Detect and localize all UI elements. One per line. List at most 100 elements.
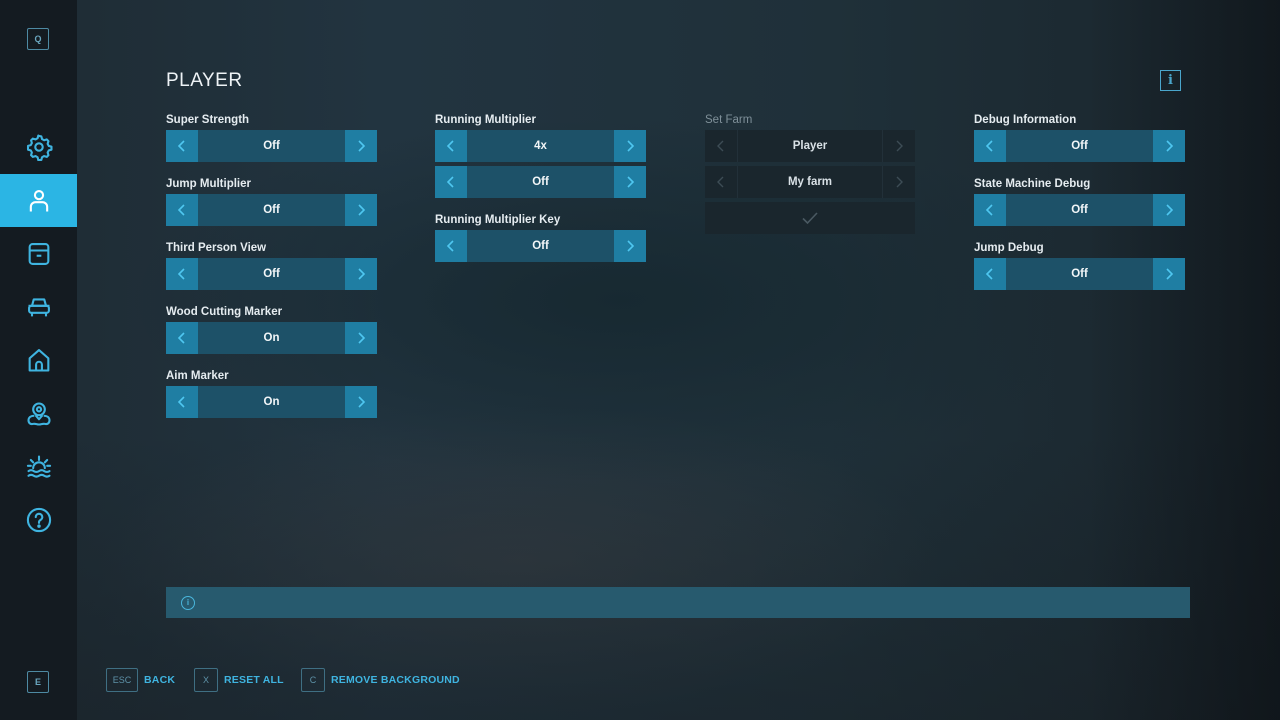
jump-multiplier-prev-button[interactable] <box>166 194 198 226</box>
super-strength-next-button[interactable] <box>345 130 377 162</box>
setting-label-set-farm: Set Farm <box>705 114 753 126</box>
aim-marker-stepper[interactable]: On <box>166 386 377 418</box>
super-strength-prev-button[interactable] <box>166 130 198 162</box>
x-key-hint: X <box>194 668 218 692</box>
set-farm-farm-value: My farm <box>737 166 883 198</box>
back-label: BACK <box>144 674 176 686</box>
chevron-left-icon <box>985 204 993 216</box>
running-multiplier-key-stepper[interactable]: Off <box>435 230 646 262</box>
sidebar-item-vehicles[interactable] <box>0 280 77 333</box>
running-multiplier-toggle-value: Off <box>467 166 614 198</box>
player-icon <box>29 189 48 211</box>
debug-information-value: Off <box>1006 130 1153 162</box>
settings-column-1: Super Strength Off Jump Multiplier Off T… <box>166 112 377 432</box>
esc-key-hint: ESC <box>106 668 138 692</box>
back-button[interactable]: ESC BACK <box>106 668 175 692</box>
info-circle-icon: i <box>181 595 195 610</box>
debug-information-prev-button[interactable] <box>974 130 1006 162</box>
sidebar: Q E <box>0 0 77 720</box>
jump-multiplier-value: Off <box>198 194 345 226</box>
chevron-right-icon <box>358 140 366 152</box>
third-person-view-next-button[interactable] <box>345 258 377 290</box>
running-multiplier-next-button[interactable] <box>614 130 646 162</box>
chevron-right-icon <box>627 176 635 188</box>
set-farm-player-prev-button[interactable] <box>705 130 737 162</box>
super-strength-stepper[interactable]: Off <box>166 130 377 162</box>
checkmark-icon <box>802 212 818 225</box>
remove-background-button[interactable]: C REMOVE BACKGROUND <box>301 668 460 692</box>
running-multiplier-key-next-button[interactable] <box>614 230 646 262</box>
next-page-key-hint[interactable]: E <box>27 671 49 693</box>
setting-label-running-multiplier: Running Multiplier <box>435 114 536 126</box>
running-multiplier-key-prev-button[interactable] <box>435 230 467 262</box>
sidebar-item-settings[interactable] <box>0 120 77 173</box>
chevron-right-icon <box>896 140 903 152</box>
running-multiplier-toggle-prev-button[interactable] <box>435 166 467 198</box>
setting-label-debug-information: Debug Information <box>974 114 1077 126</box>
wood-cutting-marker-next-button[interactable] <box>345 322 377 354</box>
setting-label-third-person-view: Third Person View <box>166 242 267 254</box>
setting-label-running-multiplier-key: Running Multiplier Key <box>435 214 561 226</box>
third-person-view-value: Off <box>198 258 345 290</box>
set-farm-player-next-button[interactable] <box>883 130 915 162</box>
sidebar-item-farm[interactable] <box>0 333 77 386</box>
running-multiplier-toggle-next-button[interactable] <box>614 166 646 198</box>
chevron-right-icon <box>1166 204 1174 216</box>
set-farm-farm-prev-button[interactable] <box>705 166 737 198</box>
running-multiplier-key-value: Off <box>467 230 614 262</box>
set-farm-player-value: Player <box>737 130 883 162</box>
set-farm-farm-stepper[interactable]: My farm <box>705 166 915 198</box>
debug-information-next-button[interactable] <box>1153 130 1185 162</box>
archive-box-icon <box>28 242 49 265</box>
running-multiplier-toggle-stepper[interactable]: Off <box>435 166 646 198</box>
chevron-left-icon <box>177 332 185 344</box>
info-icon: i <box>1168 73 1173 88</box>
super-strength-value: Off <box>198 130 345 162</box>
wood-cutting-marker-prev-button[interactable] <box>166 322 198 354</box>
third-person-view-prev-button[interactable] <box>166 258 198 290</box>
jump-multiplier-stepper[interactable]: Off <box>166 194 377 226</box>
state-machine-debug-prev-button[interactable] <box>974 194 1006 226</box>
debug-information-stepper[interactable]: Off <box>974 130 1185 162</box>
chevron-left-icon <box>177 268 185 280</box>
chevron-left-icon <box>717 140 724 152</box>
chevron-left-icon <box>177 140 185 152</box>
running-multiplier-stepper[interactable]: 4x <box>435 130 646 162</box>
wood-cutting-marker-stepper[interactable]: On <box>166 322 377 354</box>
info-button[interactable]: i <box>1160 70 1181 91</box>
jump-debug-stepper[interactable]: Off <box>974 258 1185 290</box>
prev-page-key-hint[interactable]: Q <box>27 28 49 50</box>
aim-marker-next-button[interactable] <box>345 386 377 418</box>
chevron-right-icon <box>1166 268 1174 280</box>
sidebar-item-map[interactable] <box>0 387 77 440</box>
sidebar-item-environment[interactable] <box>0 440 77 493</box>
help-icon <box>26 507 51 532</box>
chevron-left-icon <box>446 140 454 152</box>
jump-debug-prev-button[interactable] <box>974 258 1006 290</box>
jump-debug-next-button[interactable] <box>1153 258 1185 290</box>
setting-label-super-strength: Super Strength <box>166 114 250 126</box>
info-bar: i <box>166 587 1190 618</box>
state-machine-debug-next-button[interactable] <box>1153 194 1185 226</box>
set-farm-farm-next-button[interactable] <box>883 166 915 198</box>
aim-marker-prev-button[interactable] <box>166 386 198 418</box>
reset-all-label: RESET ALL <box>224 674 284 686</box>
sidebar-item-storage[interactable] <box>0 227 77 280</box>
chevron-right-icon <box>358 268 366 280</box>
state-machine-debug-stepper[interactable]: Off <box>974 194 1185 226</box>
third-person-view-stepper[interactable]: Off <box>166 258 377 290</box>
page-title: PLAYER <box>166 70 243 91</box>
chevron-left-icon <box>177 204 185 216</box>
sidebar-item-player[interactable] <box>0 174 77 227</box>
aim-marker-value: On <box>198 386 345 418</box>
running-multiplier-prev-button[interactable] <box>435 130 467 162</box>
chevron-right-icon <box>358 204 366 216</box>
chevron-right-icon <box>1166 140 1174 152</box>
jump-multiplier-next-button[interactable] <box>345 194 377 226</box>
sidebar-item-help[interactable] <box>0 493 77 546</box>
set-farm-confirm-button[interactable] <box>705 202 915 234</box>
reset-all-button[interactable]: X RESET ALL <box>194 668 284 692</box>
setting-label-jump-debug: Jump Debug <box>974 242 1044 254</box>
set-farm-player-stepper[interactable]: Player <box>705 130 915 162</box>
remove-background-label: REMOVE BACKGROUND <box>331 674 460 686</box>
